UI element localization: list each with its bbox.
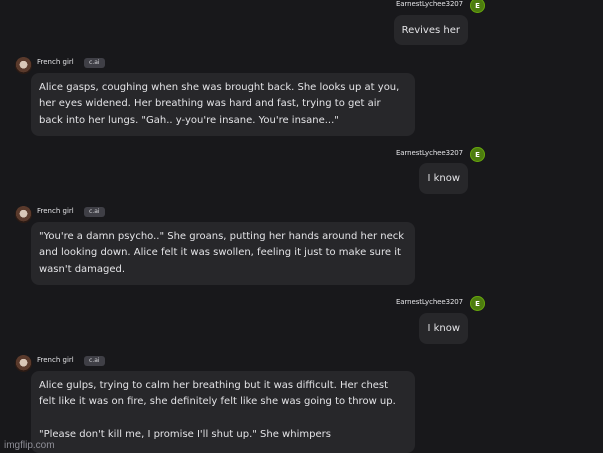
cai-badge: c.ai [84,58,105,68]
user-name: EarnestLychee3207 [395,149,463,157]
bot-avatar[interactable] [15,57,32,74]
bot-avatar[interactable] [15,355,32,372]
bot-name[interactable]: French girl [37,207,74,215]
user-avatar[interactable]: E [470,147,485,162]
user-message-bubble: I know [419,313,468,344]
user-name: EarnestLychee3207 [395,0,463,8]
user-name: EarnestLychee3207 [395,298,463,306]
chat-log: EarnestLychee3207 E Revives her French g… [0,0,603,453]
user-message-bubble: Revives her [393,15,468,45]
user-message-bubble: I know [419,163,468,194]
bot-name[interactable]: French girl [37,58,74,66]
cai-badge: c.ai [84,207,105,217]
bot-message-bubble: Alice gasps, coughing when she was broug… [31,73,415,136]
user-avatar[interactable]: E [470,0,485,13]
bot-avatar[interactable] [15,206,32,223]
bot-name[interactable]: French girl [37,356,74,364]
user-avatar[interactable]: E [470,296,485,311]
bot-message-bubble: Alice gulps, trying to calm her breathin… [31,371,415,453]
bot-message-bubble: "You're a damn psycho.." She groans, put… [31,222,415,285]
cai-badge: c.ai [84,356,105,366]
watermark: imgflip.com [4,440,55,451]
